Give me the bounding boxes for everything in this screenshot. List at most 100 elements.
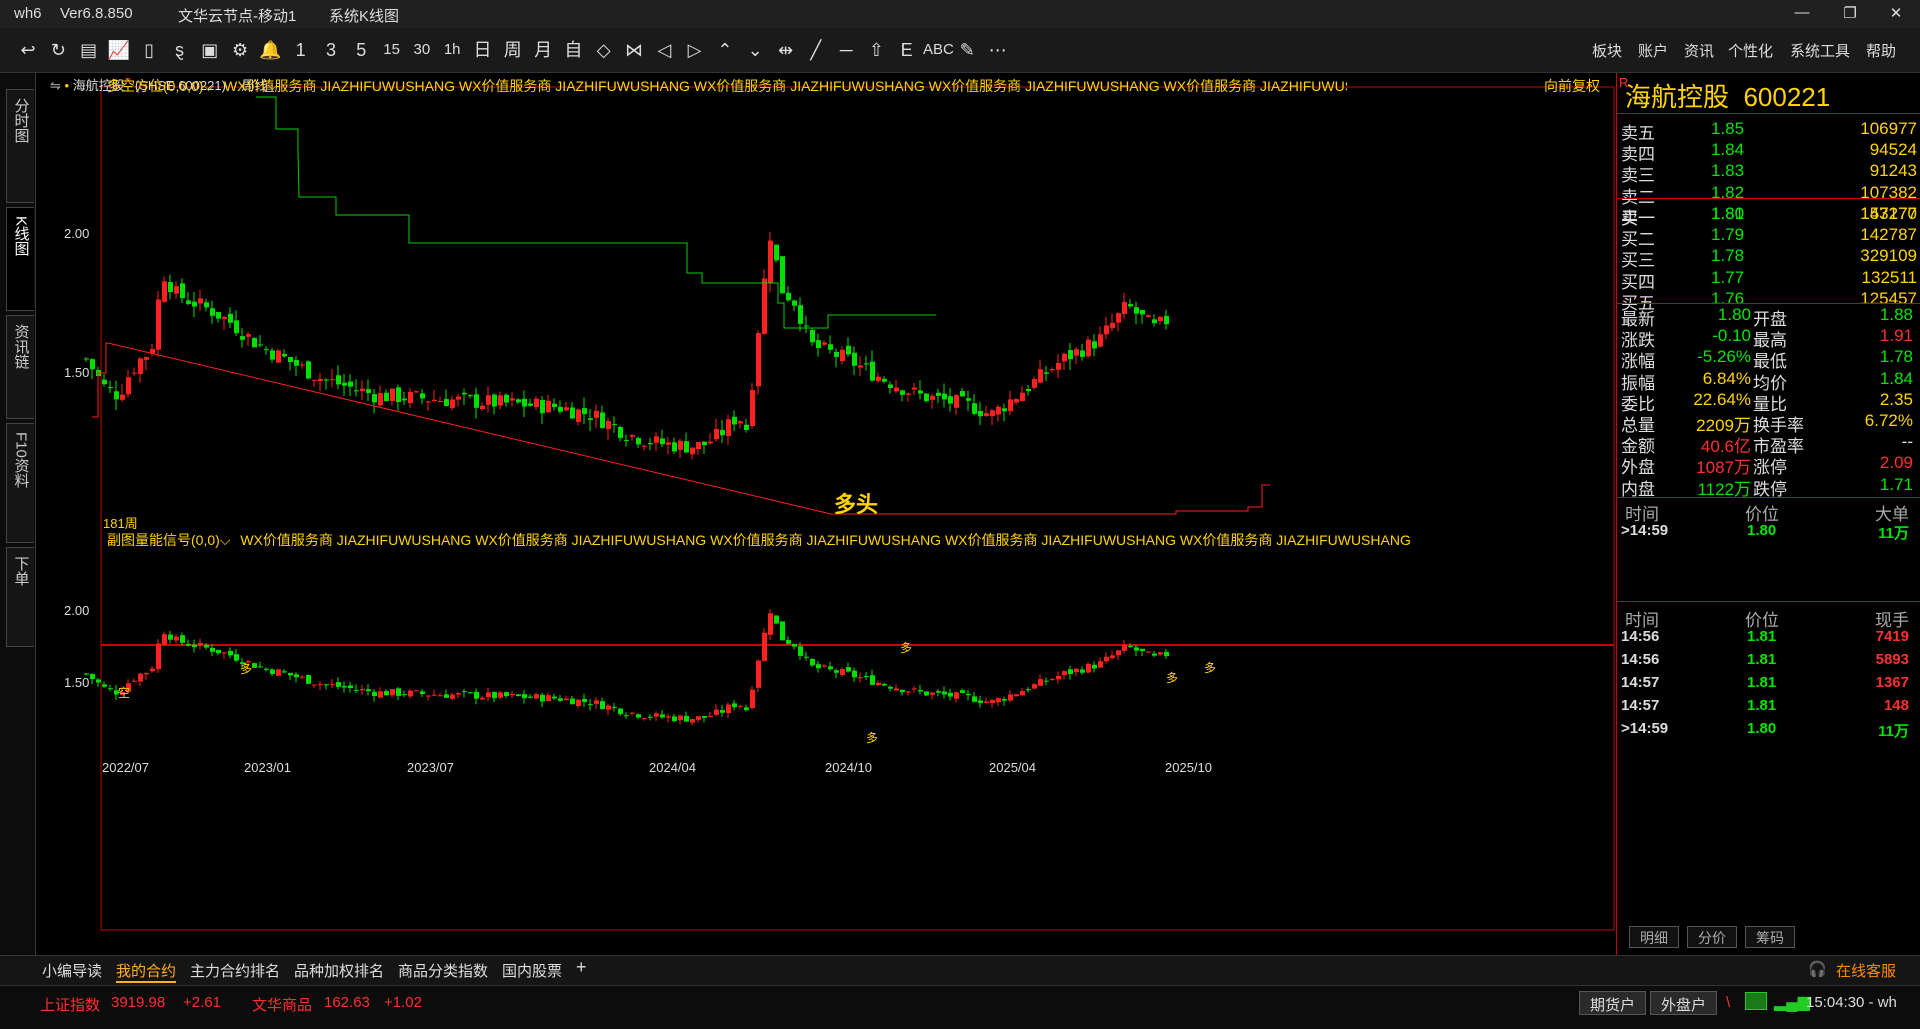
futures-account-button[interactable]: 期货户 bbox=[1579, 991, 1647, 1015]
adjust-mode[interactable]: 向前复权 bbox=[1544, 76, 1600, 96]
sub-candle bbox=[924, 691, 929, 696]
main-candle bbox=[840, 349, 845, 362]
down-caret-icon[interactable]: ⌄ bbox=[741, 38, 769, 62]
bell-icon[interactable]: 🔔 bbox=[256, 38, 284, 62]
main-candle bbox=[852, 352, 857, 366]
menu-news[interactable]: 资讯 bbox=[1684, 40, 1714, 61]
menu-personalize[interactable]: 个性化 bbox=[1728, 40, 1773, 61]
grid-icon[interactable]: ▣ bbox=[196, 38, 224, 62]
signal-mark: 多 bbox=[1204, 661, 1217, 675]
text-icon[interactable]: ABC bbox=[923, 38, 954, 62]
sub-candle bbox=[1062, 671, 1067, 676]
period-3-button[interactable]: 3 bbox=[317, 38, 345, 62]
server-node[interactable]: 文华云节点-移动1 bbox=[178, 5, 296, 26]
main-indicator-name[interactable]: 多空方位(0,0,0) bbox=[107, 78, 203, 94]
menu-help[interactable]: 帮助 bbox=[1866, 40, 1896, 61]
sub-candle bbox=[486, 692, 491, 698]
menu-board[interactable]: 板块 bbox=[1592, 40, 1622, 61]
link-icon[interactable]: ⇋ bbox=[50, 78, 61, 93]
period-custom-button[interactable]: 自 bbox=[559, 38, 587, 62]
sub-candle bbox=[492, 692, 497, 699]
tab-weighted-rank[interactable]: 品种加权排名 bbox=[294, 960, 384, 981]
up-caret-icon[interactable]: ⌃ bbox=[711, 38, 739, 62]
up-arrow-icon[interactable]: ⇧ bbox=[862, 38, 890, 62]
tab-order[interactable]: 下单 bbox=[6, 547, 34, 647]
add-tab-button[interactable]: + bbox=[576, 957, 587, 978]
minimize-icon[interactable]: — bbox=[1792, 4, 1812, 21]
bowtie-icon[interactable]: ⋈ bbox=[620, 38, 648, 62]
sub-candle bbox=[96, 679, 101, 683]
sub-candle bbox=[198, 642, 203, 646]
tab-my-contracts[interactable]: 我的合约 bbox=[116, 960, 177, 983]
chart-icon[interactable] bbox=[1745, 992, 1767, 1010]
main-candle bbox=[546, 400, 551, 413]
tab-info-chain[interactable]: 资讯链 bbox=[6, 315, 34, 419]
tab-price-dist[interactable]: 分价 bbox=[1687, 926, 1737, 948]
gear-icon[interactable]: ⚙ bbox=[226, 38, 254, 62]
period-30-button[interactable]: 30 bbox=[408, 38, 436, 62]
e-icon[interactable]: E bbox=[893, 38, 921, 62]
period-day-button[interactable]: 日 bbox=[469, 38, 497, 62]
sub-candle bbox=[1020, 691, 1025, 696]
sub-candle bbox=[576, 699, 581, 706]
period-15-button[interactable]: 15 bbox=[378, 38, 406, 62]
tab-detail[interactable]: 明细 bbox=[1629, 926, 1679, 948]
menu-system-tools[interactable]: 系统工具 bbox=[1790, 40, 1850, 61]
main-candle bbox=[570, 407, 575, 419]
close-icon[interactable]: ✕ bbox=[1886, 4, 1906, 22]
tick-price: 1.80 bbox=[1747, 720, 1777, 737]
refresh-icon[interactable]: ↻ bbox=[44, 38, 72, 62]
chevron-down-icon[interactable]: ⌵ bbox=[203, 78, 214, 94]
main-candle bbox=[354, 390, 359, 392]
sub-candle bbox=[150, 668, 155, 672]
period-month-button[interactable]: 月 bbox=[529, 38, 557, 62]
list-icon[interactable]: ▤ bbox=[75, 38, 103, 62]
foreign-account-button[interactable]: 外盘户 bbox=[1650, 991, 1718, 1015]
draw-line-icon[interactable]: ╱ bbox=[802, 38, 830, 62]
more-icon[interactable]: ⋯ bbox=[984, 38, 1012, 62]
x-tick: 2024/04 bbox=[649, 760, 696, 775]
main-candle bbox=[726, 419, 731, 436]
sub-indicator-name[interactable]: 副图量能信号(0,0) bbox=[107, 532, 220, 548]
online-service[interactable]: 在线客服 bbox=[1836, 960, 1896, 981]
period-week-button[interactable]: 周 bbox=[499, 38, 527, 62]
tab-domestic-stocks[interactable]: 国内股票 bbox=[502, 960, 562, 981]
big-order-row[interactable]: >14:59 1.80 11万 bbox=[1621, 520, 1917, 546]
tick-row[interactable]: >14:59 1.80 11万 bbox=[1621, 718, 1917, 744]
indicator-icon[interactable]: ȿ bbox=[166, 38, 194, 62]
kline-chart-area[interactable]: ⇋ • 海航控股R (SHSE 600221) 周线⌵ 多空方位(0,0,0)⌵… bbox=[36, 73, 1616, 955]
pen-icon[interactable]: ✎ bbox=[953, 38, 981, 62]
main-candle bbox=[180, 283, 185, 299]
x-tick: 2025/04 bbox=[989, 760, 1036, 775]
tab-timeshare[interactable]: 分时图 bbox=[6, 89, 34, 203]
chevron-down-icon[interactable]: ⌵ bbox=[220, 532, 231, 548]
tab-chips[interactable]: 筹码 bbox=[1745, 926, 1795, 948]
back-icon[interactable]: ↩ bbox=[14, 38, 42, 62]
right-arrow-icon[interactable]: ▷ bbox=[681, 38, 709, 62]
sub-candle bbox=[936, 691, 941, 693]
period-1h-button[interactable]: 1h bbox=[438, 38, 466, 62]
sub-candle bbox=[900, 689, 905, 693]
candle-icon[interactable]: ▯ bbox=[135, 38, 163, 62]
period-1-button[interactable]: 1 bbox=[287, 38, 315, 62]
hline-icon[interactable]: ─ bbox=[832, 38, 860, 62]
main-candle bbox=[126, 377, 131, 395]
tab-kline[interactable]: K线图 bbox=[6, 207, 34, 311]
diamond-icon[interactable]: ◇ bbox=[590, 38, 618, 62]
menu-account[interactable]: 账户 bbox=[1638, 40, 1668, 61]
index1-name[interactable]: 上证指数 bbox=[40, 994, 100, 1015]
tab-main-contract-rank[interactable]: 主力合约排名 bbox=[190, 960, 280, 981]
index2-name[interactable]: 文华商品 bbox=[252, 994, 312, 1015]
period-5-button[interactable]: 5 bbox=[347, 38, 375, 62]
fit-icon[interactable]: ⇹ bbox=[772, 38, 800, 62]
line-chart-icon[interactable]: 📈 bbox=[105, 38, 133, 62]
main-candle bbox=[714, 428, 719, 440]
kline-chart[interactable] bbox=[36, 73, 1616, 955]
left-arrow-icon[interactable]: ◁ bbox=[650, 38, 678, 62]
tab-category-index[interactable]: 商品分类指数 bbox=[398, 960, 488, 981]
headset-icon[interactable]: 🎧 bbox=[1808, 960, 1827, 978]
tab-f10[interactable]: F10资料 bbox=[6, 423, 34, 543]
tab-editor-guide[interactable]: 小编导读 bbox=[42, 960, 102, 981]
main-candle bbox=[846, 345, 851, 355]
restore-icon[interactable]: ❐ bbox=[1840, 4, 1860, 22]
